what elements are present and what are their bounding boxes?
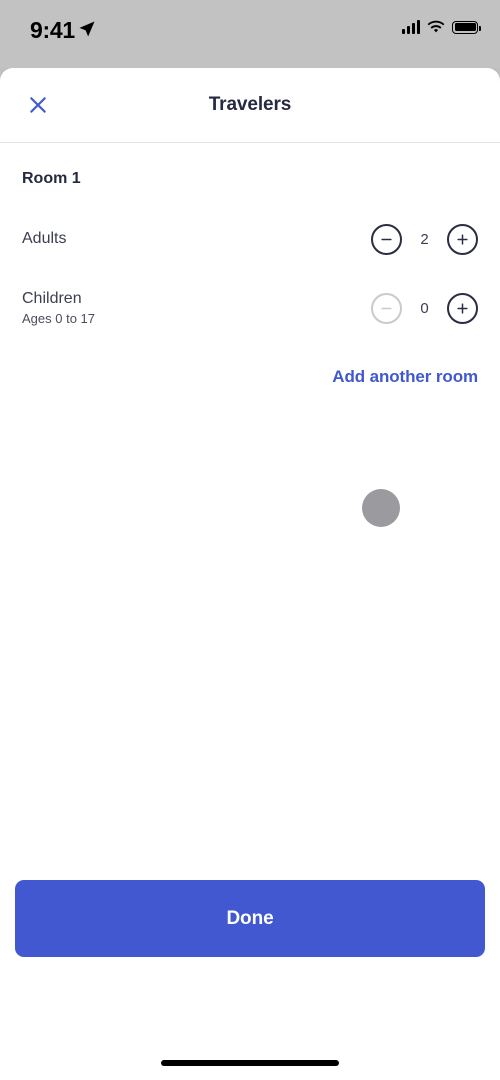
room-title: Room 1 (22, 170, 81, 187)
status-bar-icons (402, 20, 481, 34)
counter-labels: Adults (22, 230, 66, 248)
counter-label: Adults (22, 230, 67, 247)
children-count: 0 (420, 299, 429, 317)
counter-row-adults: Adults 2 (0, 209, 500, 269)
home-indicator (161, 1060, 339, 1066)
plus-circle-icon (457, 302, 468, 314)
battery-full-icon (452, 20, 481, 34)
phone-screen: 9:41 Travelers Room 1 Adults 2 Children … (0, 0, 500, 1080)
status-bar: 9:41 (0, 0, 500, 68)
children-decrement-button (371, 292, 402, 324)
minus-circle-icon (381, 307, 392, 309)
adults-increment-button[interactable] (447, 223, 478, 255)
adults-decrement-button[interactable] (371, 223, 402, 255)
add-another-room-link[interactable]: Add another room (332, 367, 478, 387)
children-stepper: 0 (371, 292, 478, 324)
plus-circle-icon (457, 233, 468, 245)
wifi-icon (427, 20, 445, 33)
status-bar-time: 9:41 (30, 17, 75, 43)
page-title: Travelers (208, 94, 292, 115)
counter-row-children: Children Ages 0 to 17 0 (0, 278, 500, 338)
cellular-signal-icon (402, 20, 420, 34)
adults-stepper: 2 (371, 223, 478, 255)
minus-circle-icon (381, 238, 392, 240)
counter-labels: Children Ages 0 to 17 (22, 290, 95, 326)
done-button[interactable]: Done (15, 880, 485, 957)
counter-sublabel: Ages 0 to 17 (22, 311, 95, 326)
sheet-header: Travelers (0, 68, 500, 143)
touch-indicator (362, 489, 400, 527)
children-increment-button[interactable] (447, 292, 478, 324)
counter-label: Children (22, 290, 82, 307)
add-room-container: Add another room (0, 367, 500, 387)
location-arrow-icon (79, 21, 95, 37)
adults-count: 2 (420, 230, 429, 248)
